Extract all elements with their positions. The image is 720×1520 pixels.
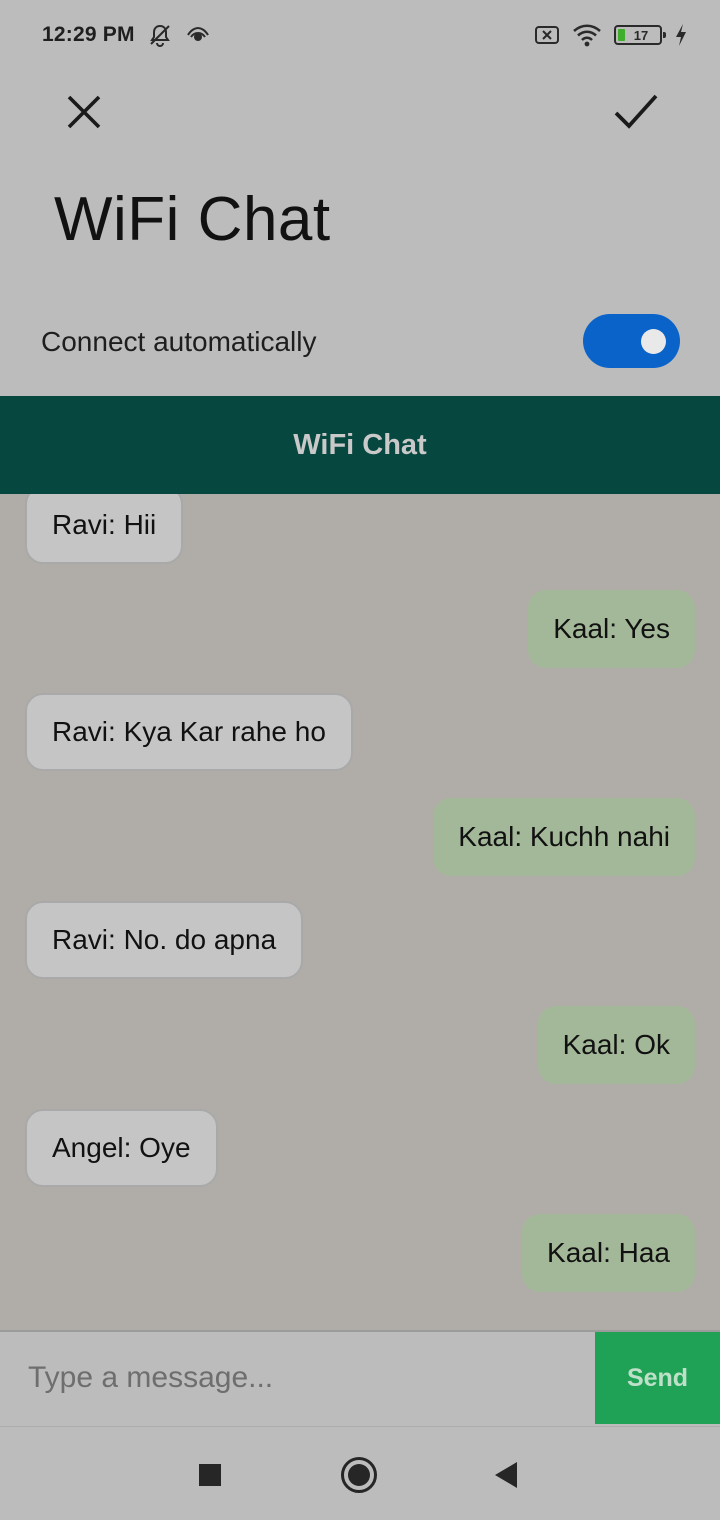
dialog-title: WiFi Chat [54,185,331,254]
toggle-knob [641,329,666,354]
message-bubble: Angel: Oye [25,1109,218,1187]
message-input[interactable] [0,1332,595,1424]
dialog-actions [0,80,720,150]
hotspot-eye-icon [185,22,211,48]
message-composer: Send [0,1330,720,1424]
confirm-button[interactable] [606,84,666,140]
checkmark-icon [614,94,658,129]
back-triangle-icon [495,1462,517,1488]
wifi-icon [572,23,602,47]
message-bubble: Kaal: Yes [528,590,695,668]
message-bubble: Kaal: Kuchh nahi [433,798,695,876]
recents-button[interactable] [188,1453,232,1497]
send-button[interactable]: Send [595,1332,720,1424]
message-bubble: Ravi: No. do apna [25,901,304,979]
wifi-chat-screen: 12:29 PM 17 WiFi Chat Connect automatica… [0,0,720,1520]
toggle-label: Connect automatically [41,326,317,357]
battery-level: 17 [633,27,649,43]
app-bar: WiFi Chat [0,396,720,494]
status-right: 17 [534,23,688,47]
status-bar: 12:29 PM 17 [0,0,720,70]
connect-automatically-row: Connect automatically [0,306,720,378]
message-bubble: Kaal: Haa [522,1214,695,1292]
system-nav-bar [0,1426,720,1520]
close-button[interactable] [56,84,112,140]
status-time: 12:29 PM [42,23,135,46]
sim-missing-icon [534,24,560,46]
battery-icon: 17 [614,25,666,45]
mute-notifications-icon [147,22,173,48]
status-left: 12:29 PM [42,22,211,48]
chat-area[interactable]: Ravi: Hii Kaal: Yes Ravi: Kya Kar rahe h… [0,494,720,1330]
message-bubble: Ravi: Hii [25,494,184,564]
message-bubble: Kaal: Ok [537,1006,695,1084]
connect-automatically-toggle[interactable] [583,314,680,368]
home-button[interactable] [337,1453,381,1497]
home-circle-icon [341,1457,377,1493]
charging-bolt-icon [674,23,688,47]
close-icon [67,95,101,129]
back-button[interactable] [484,1453,528,1497]
message-bubble: Ravi: Kya Kar rahe ho [25,693,353,771]
app-bar-title: WiFi Chat [293,428,427,461]
recents-square-icon [199,1464,221,1486]
